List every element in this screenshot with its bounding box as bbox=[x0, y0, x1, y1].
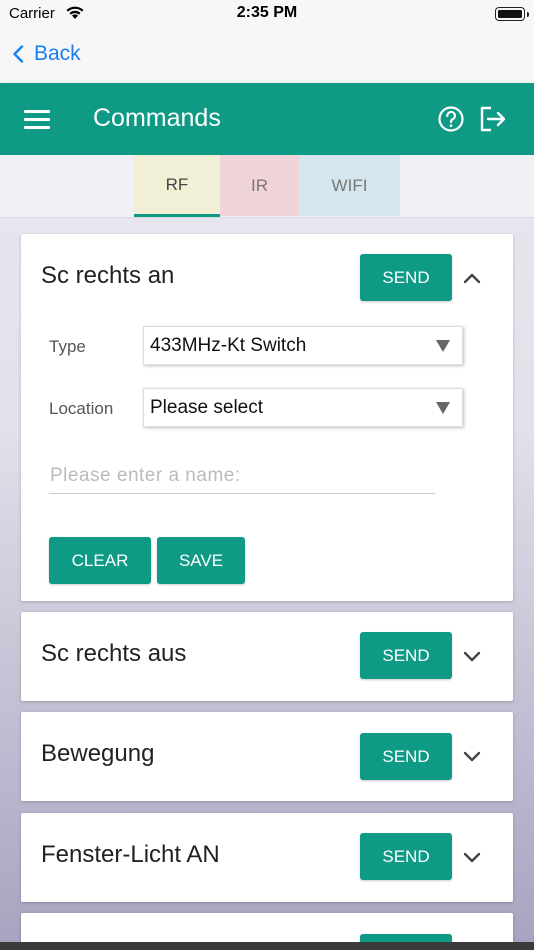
command-card: Bewegung SEND bbox=[21, 712, 513, 801]
command-title: Fenster-Licht AN bbox=[41, 841, 220, 868]
command-title: Bewegung bbox=[41, 740, 155, 767]
type-label: Type bbox=[49, 337, 86, 356]
bottom-bar bbox=[0, 942, 534, 950]
clear-button[interactable]: CLEAR bbox=[49, 537, 151, 584]
chevron-down-icon[interactable] bbox=[462, 749, 482, 763]
command-card-expanded: Sc rechts an SEND Type 433MHz-Kt Switch … bbox=[21, 234, 513, 601]
name-input[interactable] bbox=[49, 458, 435, 494]
command-title: Sc rechts aus bbox=[41, 640, 187, 667]
back-label: Back bbox=[34, 42, 81, 65]
send-button[interactable]: SEND bbox=[360, 632, 452, 679]
chevron-left-icon bbox=[13, 45, 24, 63]
tab-rf[interactable]: RF bbox=[134, 155, 220, 217]
back-button[interactable]: Back bbox=[12, 42, 81, 66]
battery-icon bbox=[495, 7, 529, 21]
type-select[interactable]: 433MHz-Kt Switch bbox=[143, 326, 463, 365]
save-button[interactable]: SAVE bbox=[157, 537, 245, 584]
send-button[interactable]: SEND bbox=[360, 733, 452, 780]
command-title: Sc rechts an bbox=[41, 262, 175, 289]
command-card: Fenster-Licht AN SEND bbox=[21, 813, 513, 902]
location-select[interactable]: Please select bbox=[143, 388, 463, 427]
chevron-down-icon[interactable] bbox=[462, 850, 482, 864]
status-bar: Carrier 2:35 PM bbox=[0, 0, 534, 28]
send-button[interactable]: SEND bbox=[360, 833, 452, 880]
dropdown-arrow-icon bbox=[436, 340, 450, 352]
status-time: 2:35 PM bbox=[236, 4, 298, 21]
navigation-bar: Back bbox=[0, 28, 534, 83]
send-button[interactable]: SEND bbox=[360, 254, 452, 301]
menu-icon[interactable] bbox=[24, 110, 50, 130]
type-select-value: 433MHz-Kt Switch bbox=[150, 334, 307, 356]
chevron-up-icon[interactable] bbox=[462, 271, 482, 285]
logout-icon[interactable] bbox=[479, 106, 507, 132]
chevron-down-icon[interactable] bbox=[462, 649, 482, 663]
tab-bar: RF IR WIFI bbox=[0, 155, 534, 218]
help-icon[interactable] bbox=[438, 106, 464, 132]
location-label: Location bbox=[49, 399, 114, 418]
tab-ir[interactable]: IR bbox=[220, 155, 299, 216]
dropdown-arrow-icon bbox=[436, 402, 450, 414]
command-card: Sc rechts aus SEND bbox=[21, 612, 513, 701]
page-title: Commands bbox=[93, 104, 221, 132]
tab-wifi[interactable]: WIFI bbox=[299, 155, 400, 216]
location-select-value: Please select bbox=[150, 396, 264, 418]
app-toolbar: Commands bbox=[0, 83, 534, 155]
